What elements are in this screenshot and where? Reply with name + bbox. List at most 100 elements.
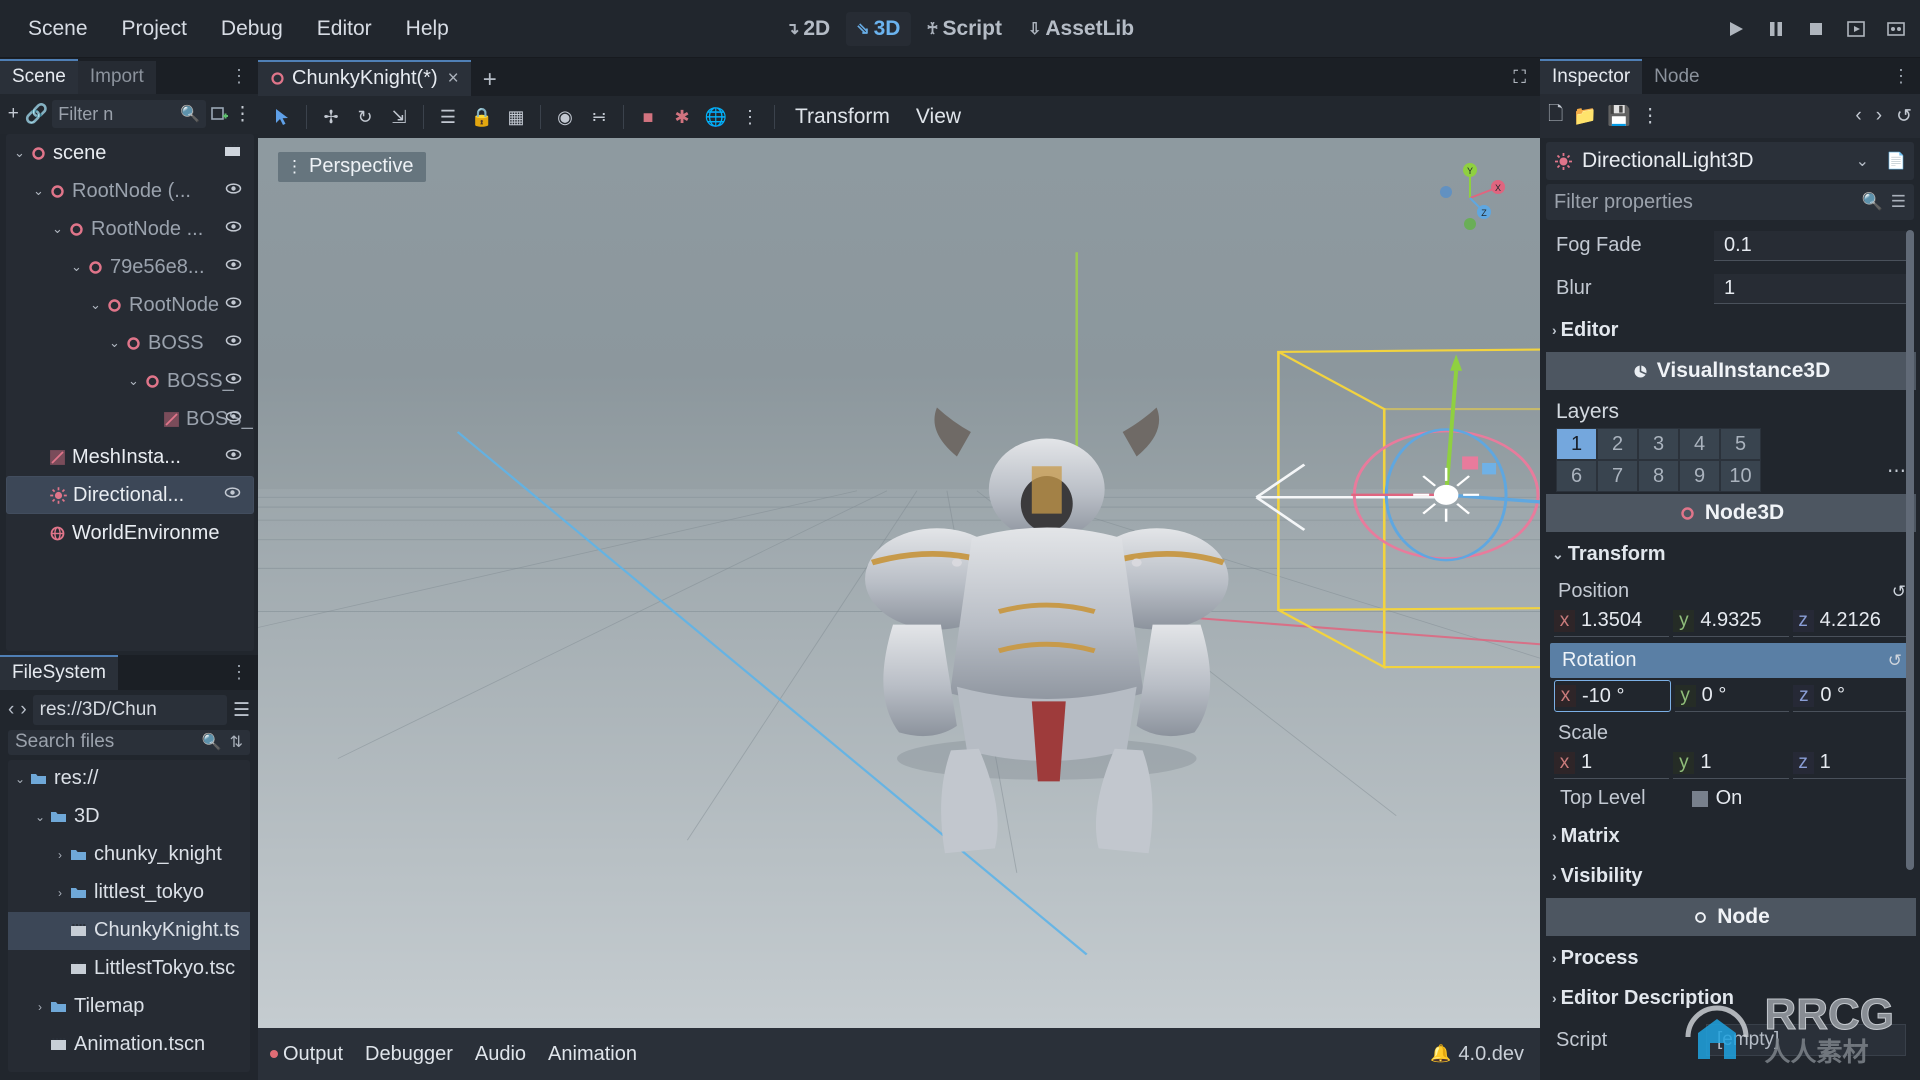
property-value-input[interactable]: 1 — [1714, 273, 1906, 304]
rotation-y-field[interactable]: y 0 ° — [1674, 680, 1790, 712]
inspector-scrollbar[interactable] — [1906, 230, 1914, 870]
chevron-left-icon[interactable]: ‹ — [8, 699, 14, 721]
layer-cell-2[interactable]: 2 — [1597, 428, 1638, 460]
filesystem-item-animation-tscn[interactable]: Animation.tscn — [8, 1026, 250, 1064]
filesystem-item-res[interactable]: ⌄ res:// — [8, 760, 250, 798]
expand-arrow-icon[interactable]: ⌄ — [128, 373, 141, 389]
sort-icon[interactable]: ⇅ — [230, 732, 243, 752]
visibility-eye-icon[interactable] — [225, 218, 242, 240]
environment-preview-icon[interactable]: 🌐 — [700, 102, 732, 132]
position-x-field[interactable]: x 1.3504 — [1554, 605, 1670, 637]
kebab-menu-icon[interactable]: ⋮ — [734, 102, 766, 132]
filesystem-item-3d[interactable]: ⌄ 3D — [8, 798, 250, 836]
expand-arrow-icon[interactable]: ⌄ — [34, 810, 46, 824]
visibility-eye-icon[interactable] — [225, 408, 242, 430]
perspective-label[interactable]: ⋮ Perspective — [278, 152, 426, 182]
save-icon[interactable]: 💾 — [1607, 104, 1631, 128]
view-menu[interactable]: View — [904, 102, 973, 132]
chevron-left-icon[interactable]: ‹ — [1855, 105, 1861, 127]
menu-help[interactable]: Help — [392, 13, 463, 45]
property-category-editor-description[interactable]: › Editor Description — [1546, 978, 1916, 1018]
layer-cell-8[interactable]: 8 — [1638, 460, 1679, 492]
select-mode-icon[interactable] — [266, 102, 298, 132]
property-value-input[interactable]: 0.1 — [1714, 230, 1906, 261]
tab-2d[interactable]: ↴ 2D — [776, 12, 840, 46]
new-resource-icon[interactable]: 🗋 — [1548, 100, 1563, 132]
revert-icon[interactable]: ↺ — [1888, 651, 1902, 671]
filesystem-tree[interactable]: ⌄ res:// ⌄ 3D › chunky_knight › littlest_tokyo C… — [8, 759, 250, 1072]
visibility-eye-icon[interactable] — [225, 370, 242, 392]
scale-y-field[interactable]: y 1 — [1673, 747, 1789, 779]
filesystem-item-littlest-tokyo[interactable]: › littlest_tokyo — [8, 874, 250, 912]
expand-arrow-icon[interactable]: ⌄ — [14, 145, 27, 161]
camera-preview-icon[interactable]: ■ — [632, 102, 664, 132]
tab-inspector[interactable]: Inspector — [1540, 59, 1643, 94]
tab-import[interactable]: Import — [77, 61, 156, 94]
kebab-menu-icon[interactable]: ⋮ — [1641, 105, 1660, 128]
revert-icon[interactable]: ↺ — [1892, 582, 1906, 602]
layer-cell-3[interactable]: 3 — [1638, 428, 1679, 460]
filesystem-item-chunky-knight[interactable]: › chunky_knight — [8, 836, 250, 874]
chevron-down-icon[interactable]: ⌄ — [1856, 151, 1869, 171]
inspected-object-row[interactable]: DirectionalLight3D ⌄ 📄 — [1546, 142, 1914, 180]
filesystem-item-default-env-tres[interactable]: default_env.tres — [8, 1064, 250, 1072]
visibility-eye-icon[interactable] — [225, 180, 242, 202]
group-icon[interactable]: ▦ — [500, 102, 532, 132]
visibility-eye-icon[interactable] — [225, 256, 242, 278]
rotation-z-field[interactable]: z 0 ° — [1793, 680, 1909, 712]
tab-scene[interactable]: Scene — [0, 59, 78, 94]
filesystem-path[interactable]: res://3D/Chun — [32, 695, 227, 725]
scale-z-field[interactable]: z 1 — [1792, 747, 1908, 779]
expand-arrow-icon[interactable]: ⌄ — [71, 259, 84, 275]
inspector-properties[interactable]: Fog Fade 0.1 Blur 1 › Editor VisualInstanc… — [1546, 224, 1916, 1080]
rotate-mode-icon[interactable]: ↻ — [349, 102, 381, 132]
tab-filesystem[interactable]: FileSystem — [0, 655, 118, 690]
property-category-transform[interactable]: ⌄ Transform — [1546, 534, 1916, 574]
scale-mode-icon[interactable]: ⇲ — [383, 102, 415, 132]
tab-3d[interactable]: ⇘ 3D — [846, 11, 911, 46]
chevron-right-icon[interactable]: › — [20, 699, 26, 721]
menu-editor[interactable]: Editor — [303, 13, 386, 45]
filesystem-item-chunkyknight-ts[interactable]: ChunkyKnight.ts — [8, 911, 250, 950]
light-preview-icon[interactable]: ✱ — [666, 102, 698, 132]
stop-icon[interactable] — [1806, 19, 1826, 39]
expand-arrow-icon[interactable]: › — [54, 848, 66, 862]
play-icon[interactable] — [1726, 19, 1746, 39]
expand-arrow-icon[interactable]: ⌄ — [52, 221, 65, 237]
property-category-process[interactable]: › Process — [1546, 938, 1916, 978]
visibility-eye-icon[interactable] — [225, 446, 242, 468]
layer-cell-4[interactable]: 4 — [1679, 428, 1720, 460]
split-mode-icon[interactable]: ☰ — [233, 699, 250, 722]
lock-icon[interactable]: 🔒 — [466, 102, 498, 132]
scale-x-field[interactable]: x 1 — [1554, 747, 1670, 779]
open-docs-icon[interactable]: 📄 — [1886, 151, 1906, 171]
layer-cell-9[interactable]: 9 — [1679, 460, 1720, 492]
property-filter-input[interactable] — [1554, 190, 1862, 214]
property-filter-box[interactable]: 🔍 ☰ — [1546, 184, 1914, 220]
scene-tree-item-rootnode[interactable]: ⌄ RootNode ... — [6, 210, 254, 248]
expand-arrow-icon[interactable]: ⌄ — [33, 183, 46, 199]
bottom-tab-debugger[interactable]: Debugger — [365, 1043, 453, 1066]
kebab-menu-icon[interactable]: ⋮ — [230, 662, 248, 683]
scene-tree-item-boss[interactable]: ⌄ BOSS_ — [6, 362, 254, 400]
layer-cell-1[interactable]: 1 — [1556, 428, 1597, 460]
tab-assetlib[interactable]: ⇩ AssetLib — [1018, 12, 1144, 46]
move-mode-icon[interactable]: ✢ — [315, 102, 347, 132]
history-icon[interactable]: ↺ — [1896, 105, 1912, 128]
menu-debug[interactable]: Debug — [207, 13, 297, 45]
scene-tree-item-boss[interactable]: ⌄ BOSS — [6, 324, 254, 362]
visibility-eye-icon[interactable] — [224, 484, 241, 506]
script-value-field[interactable]: [empty] — [1706, 1024, 1906, 1056]
layer-cell-10[interactable]: 10 — [1720, 460, 1761, 492]
scene-filter-box[interactable]: 🔍 — [52, 100, 206, 128]
options-icon[interactable]: ☰ — [1891, 192, 1906, 212]
link-icon[interactable]: 🔗 — [25, 101, 49, 127]
scene-tree-item-worldenvironme[interactable]: WorldEnvironme — [6, 514, 254, 552]
list-select-icon[interactable]: ☰ — [432, 102, 464, 132]
property-category-visibility[interactable]: › Visibility — [1546, 856, 1916, 896]
chevron-right-icon[interactable]: › — [1876, 105, 1882, 127]
position-z-field[interactable]: z 4.2126 — [1792, 605, 1908, 637]
expand-arrow-icon[interactable]: › — [34, 1000, 46, 1014]
layer-cell-6[interactable]: 6 — [1556, 460, 1597, 492]
scene-tree-item-79e56e8[interactable]: ⌄ 79e56e8... — [6, 248, 254, 286]
